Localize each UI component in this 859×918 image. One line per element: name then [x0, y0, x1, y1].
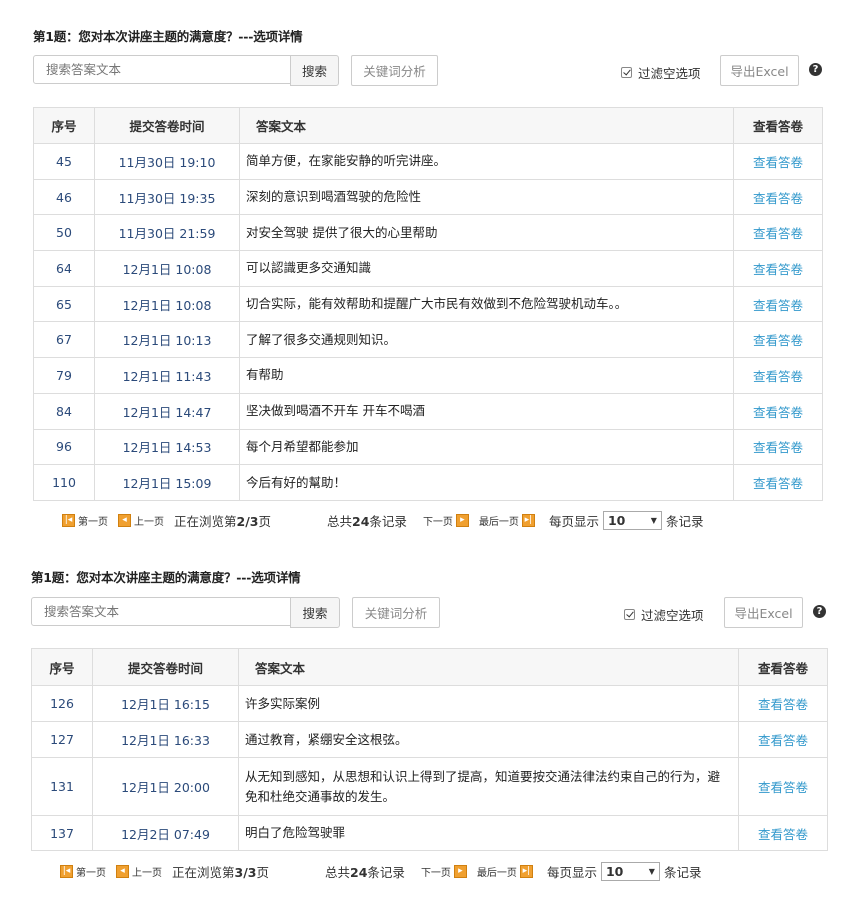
browsing-status: 正在浏览第3/3页 [172, 865, 269, 880]
row-text: 通过教育，紧绷安全这根弦。 [238, 721, 739, 758]
last-page-icon: ▸| [519, 865, 533, 878]
row-time: 12月2日 07:49 [92, 815, 239, 851]
export-excel-button[interactable]: 导出Excel [724, 597, 803, 628]
answers-table: 序号 提交答卷时间 答案文本 查看答卷 126 12月1日 16:15 许多实际案例… [31, 648, 828, 851]
first-page-icon: |◂ [60, 865, 73, 878]
total-records: 总共24条记录 [325, 865, 405, 880]
view-answer-link[interactable]: 查看答卷 [738, 721, 828, 758]
help-icon[interactable]: ? [813, 605, 826, 618]
row-index: 137 [31, 815, 93, 851]
last-page-button[interactable]: 最后一页 ▸| [477, 864, 533, 879]
table-row: 131 12月1日 20:00 从无知到感知，从思想和认识上得到了提高，知道要按交通… [31, 757, 828, 816]
header-index: 序号 [31, 648, 93, 686]
next-page-button[interactable]: 下一页 ▸ [421, 864, 467, 879]
header-submit-time: 提交答卷时间 [92, 648, 239, 686]
row-time: 12月1日 16:33 [92, 721, 239, 758]
row-time: 12月1日 20:00 [92, 757, 239, 816]
view-answer-link[interactable]: 查看答卷 [738, 815, 828, 851]
next-page-icon: ▸ [453, 865, 467, 878]
row-index: 126 [31, 685, 93, 722]
table-row: 127 12月1日 16:33 通过教育，紧绷安全这根弦。 查看答卷 [31, 721, 828, 758]
row-index: 131 [31, 757, 93, 816]
prev-page-button[interactable]: ◂ 上一页 [116, 864, 162, 879]
chevron-down-icon: ▼ [648, 867, 655, 876]
row-time: 12月1日 16:15 [92, 685, 239, 722]
row-text: 许多实际案例 [238, 685, 739, 722]
header-answer-text: 答案文本 [238, 648, 739, 686]
keyword-analysis-button[interactable]: 关键词分析 [352, 597, 440, 628]
filter-label: 过滤空选项 [641, 608, 704, 623]
first-page-button[interactable]: |◂ 第一页 [60, 864, 106, 879]
checkbox-icon[interactable] [624, 609, 635, 620]
filter-empty-toggle[interactable]: 过滤空选项 [624, 605, 704, 624]
search-button[interactable]: 搜索 [290, 597, 340, 628]
section-title: 第1题：您对本次讲座主题的满意度？---选项详情 [31, 570, 301, 585]
question-section-2: 第1题：您对本次讲座主题的满意度？---选项详情 搜索 关键词分析 过滤空选项 … [0, 0, 859, 918]
search-input[interactable] [31, 597, 291, 626]
header-view: 查看答卷 [738, 648, 828, 686]
pagination: |◂ 第一页 ◂ 上一页 正在浏览第3/3页 总共24条记录 下一页 ▸ 最后一页 ▸|… [60, 862, 701, 881]
row-text: 明白了危险驾驶罪 [238, 815, 739, 851]
view-answer-link[interactable]: 查看答卷 [738, 685, 828, 722]
row-text: 从无知到感知，从思想和认识上得到了提高，知道要按交通法律法约束自己的行为，避免和… [238, 757, 739, 816]
per-page-label: 每页显示 [546, 865, 597, 880]
per-page-select[interactable]: 10 ▼ [600, 862, 660, 881]
records-label: 条记录 [663, 865, 702, 880]
prev-page-icon: ◂ [116, 865, 129, 878]
view-answer-link[interactable]: 查看答卷 [738, 757, 828, 816]
row-index: 127 [31, 721, 93, 758]
table-row: 137 12月2日 07:49 明白了危险驾驶罪 查看答卷 [31, 815, 828, 851]
table-row: 126 12月1日 16:15 许多实际案例 查看答卷 [31, 685, 828, 722]
